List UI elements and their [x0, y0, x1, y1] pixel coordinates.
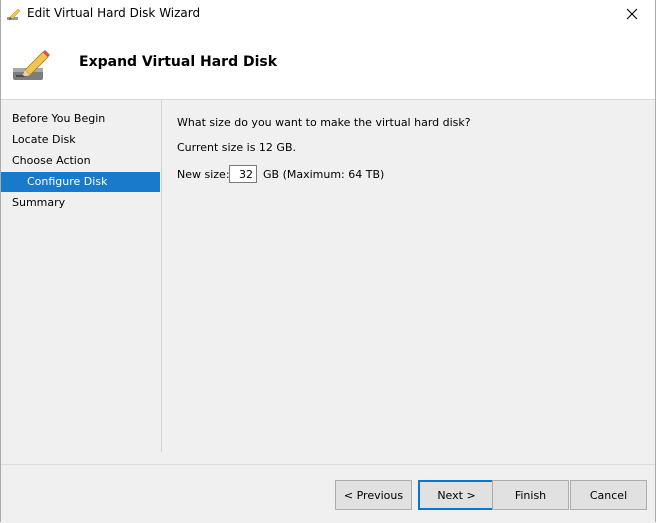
current-size-text: Current size is 12 GB.	[177, 141, 296, 154]
new-size-input[interactable]	[229, 165, 257, 183]
cancel-button[interactable]: Cancel	[570, 480, 647, 510]
wizard-header: Expand Virtual Hard Disk	[1, 28, 655, 100]
previous-button[interactable]: < Previous	[335, 480, 412, 510]
nav-item-summary[interactable]: Summary	[1, 193, 160, 213]
close-button[interactable]	[609, 0, 655, 28]
nav-item-choose-action[interactable]: Choose Action	[1, 151, 160, 171]
title-bar: Edit Virtual Hard Disk Wizard	[1, 0, 655, 28]
next-button[interactable]: Next >	[418, 480, 495, 510]
size-unit-note: GB (Maximum: 64 TB)	[263, 168, 385, 181]
nav-item-label: Locate Disk	[12, 133, 76, 146]
new-size-label: New size:	[177, 168, 230, 181]
nav-item-label: Before You Begin	[12, 112, 106, 125]
nav-item-label: Summary	[12, 196, 66, 209]
button-bar: < Previous Next > Finish Cancel	[1, 464, 655, 523]
nav-item-before-you-begin[interactable]: Before You Begin	[1, 109, 160, 129]
nav-item-configure-disk[interactable]: Configure Disk	[1, 172, 160, 192]
close-icon	[626, 8, 638, 20]
nav-item-label: Configure Disk	[27, 175, 108, 188]
wizard-window: Edit Virtual Hard Disk Wizard Expand Vir…	[0, 0, 656, 523]
nav-item-label: Choose Action	[12, 154, 91, 167]
step-navigation: Before You Begin Locate Disk Choose Acti…	[1, 100, 162, 452]
disk-pencil-icon	[11, 46, 51, 86]
page-title: Expand Virtual Hard Disk	[79, 54, 278, 70]
finish-button[interactable]: Finish	[492, 480, 569, 510]
window-title: Edit Virtual Hard Disk Wizard	[27, 6, 201, 20]
nav-item-locate-disk[interactable]: Locate Disk	[1, 130, 160, 150]
wizard-body: Before You Begin Locate Disk Choose Acti…	[1, 100, 655, 464]
size-question: What size do you want to make the virtua…	[177, 116, 471, 129]
wizard-pencil-icon	[6, 6, 22, 22]
